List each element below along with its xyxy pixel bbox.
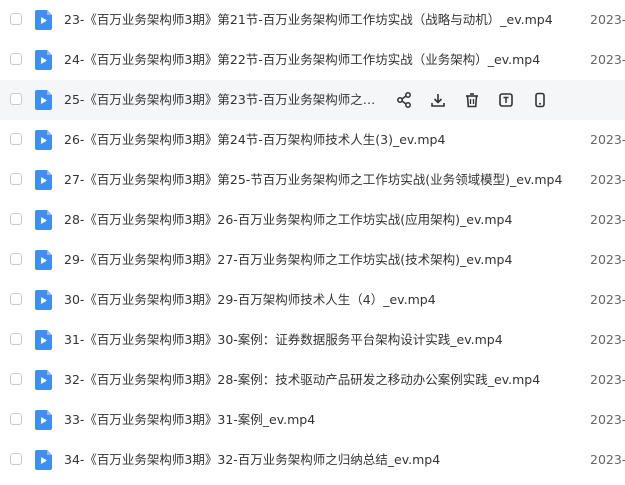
video-file-icon	[35, 450, 52, 470]
video-file-icon	[35, 10, 52, 30]
row-checkbox[interactable]	[10, 173, 22, 185]
share-icon[interactable]	[395, 91, 413, 109]
file-name[interactable]: 28-《百万业务架构师3期》26-百万业务架构师之工作坊实战(应用架构)_ev.…	[64, 200, 512, 240]
file-name[interactable]: 27-《百万业务架构师3期》第25-节百万业务架构师之工作坊实战(业务领域模型)…	[64, 160, 562, 200]
row-checkbox[interactable]	[10, 453, 22, 465]
video-file-icon	[35, 170, 52, 190]
download-icon[interactable]	[429, 91, 447, 109]
file-date: 2023-1	[590, 332, 625, 347]
row-checkbox[interactable]	[10, 13, 22, 25]
file-row[interactable]: 32-《百万业务架构师3期》28-案例：技术驱动产品研发之移动办公案例实践_ev…	[0, 360, 625, 400]
file-date: 2023-1	[590, 132, 625, 147]
file-date: 2023-1	[590, 172, 625, 187]
file-row[interactable]: 34-《百万业务架构师3期》32-百万业务架构师之归纳总结_ev.mp4 2023…	[0, 440, 625, 480]
file-name[interactable]: 32-《百万业务架构师3期》28-案例：技术驱动产品研发之移动办公案例实践_ev…	[64, 360, 540, 400]
row-checkbox[interactable]	[10, 253, 22, 265]
file-name[interactable]: 24-《百万业务架构师3期》第22节-百万业务架构师工作坊实战（业务架构）_ev…	[64, 40, 540, 80]
file-name[interactable]: 31-《百万业务架构师3期》30-案例：证券数据服务平台架构设计实践_ev.mp…	[64, 320, 503, 360]
file-date: 2023-1	[590, 452, 625, 467]
file-date: 2023-1	[590, 252, 625, 267]
video-file-icon	[35, 210, 52, 230]
row-checkbox[interactable]	[10, 53, 22, 65]
file-date: 2023-1	[590, 52, 625, 67]
video-file-icon	[35, 250, 52, 270]
file-date: 2023-1	[590, 292, 625, 307]
file-row[interactable]: 31-《百万业务架构师3期》30-案例：证券数据服务平台架构设计实践_ev.mp…	[0, 320, 625, 360]
file-row[interactable]: 30-《百万业务架构师3期》29-百万架构师技术人生（4）_ev.mp4 2023…	[0, 280, 625, 320]
row-checkbox[interactable]	[10, 213, 22, 225]
video-file-icon	[35, 90, 52, 110]
file-row[interactable]: 27-《百万业务架构师3期》第25-节百万业务架构师之工作坊实战(业务领域模型)…	[0, 160, 625, 200]
file-date: 2023-1	[590, 212, 625, 227]
video-file-icon	[35, 410, 52, 430]
file-row[interactable]: 26-《百万业务架构师3期》第24节-百万架构师技术人生(3)_ev.mp4 20…	[0, 120, 625, 160]
file-date: 2023-1	[590, 412, 625, 427]
video-file-icon	[35, 330, 52, 350]
file-row[interactable]: 23-《百万业务架构师3期》第21节-百万业务架构师工作坊实战（战略与动机）_e…	[0, 0, 625, 40]
row-checkbox[interactable]	[10, 93, 22, 105]
file-name[interactable]: 29-《百万业务架构师3期》27-百万业务架构师之工作坊实战(技术架构)_ev.…	[64, 240, 512, 280]
row-checkbox[interactable]	[10, 373, 22, 385]
file-name[interactable]: 34-《百万业务架构师3期》32-百万业务架构师之归纳总结_ev.mp4	[64, 440, 440, 480]
row-checkbox[interactable]	[10, 293, 22, 305]
row-checkbox[interactable]	[10, 413, 22, 425]
mobile-icon[interactable]	[531, 91, 549, 109]
file-name[interactable]: 26-《百万业务架构师3期》第24节-百万架构师技术人生(3)_ev.mp4	[64, 120, 445, 160]
row-checkbox[interactable]	[10, 133, 22, 145]
rename-icon[interactable]	[497, 91, 515, 109]
file-date: 2023-1	[590, 12, 625, 27]
delete-icon[interactable]	[463, 91, 481, 109]
file-row[interactable]: 28-《百万业务架构师3期》26-百万业务架构师之工作坊实战(应用架构)_ev.…	[0, 200, 625, 240]
video-file-icon	[35, 130, 52, 150]
video-file-icon	[35, 50, 52, 70]
video-file-icon	[35, 290, 52, 310]
file-row[interactable]: 25-《百万业务架构师3期》第23节-百万业务架构师之工...	[0, 80, 625, 120]
video-file-icon	[35, 370, 52, 390]
file-name[interactable]: 33-《百万业务架构师3期》31-案例_ev.mp4	[64, 400, 315, 440]
file-row[interactable]: 24-《百万业务架构师3期》第22节-百万业务架构师工作坊实战（业务架构）_ev…	[0, 40, 625, 80]
file-name[interactable]: 23-《百万业务架构师3期》第21节-百万业务架构师工作坊实战（战略与动机）_e…	[64, 0, 553, 40]
file-row[interactable]: 33-《百万业务架构师3期》31-案例_ev.mp4 2023-1	[0, 400, 625, 440]
file-date: 2023-1	[590, 372, 625, 387]
row-checkbox[interactable]	[10, 333, 22, 345]
file-name[interactable]: 25-《百万业务架构师3期》第23节-百万业务架构师之工...	[64, 80, 376, 120]
file-row[interactable]: 29-《百万业务架构师3期》27-百万业务架构师之工作坊实战(技术架构)_ev.…	[0, 240, 625, 280]
file-name[interactable]: 30-《百万业务架构师3期》29-百万架构师技术人生（4）_ev.mp4	[64, 280, 436, 320]
